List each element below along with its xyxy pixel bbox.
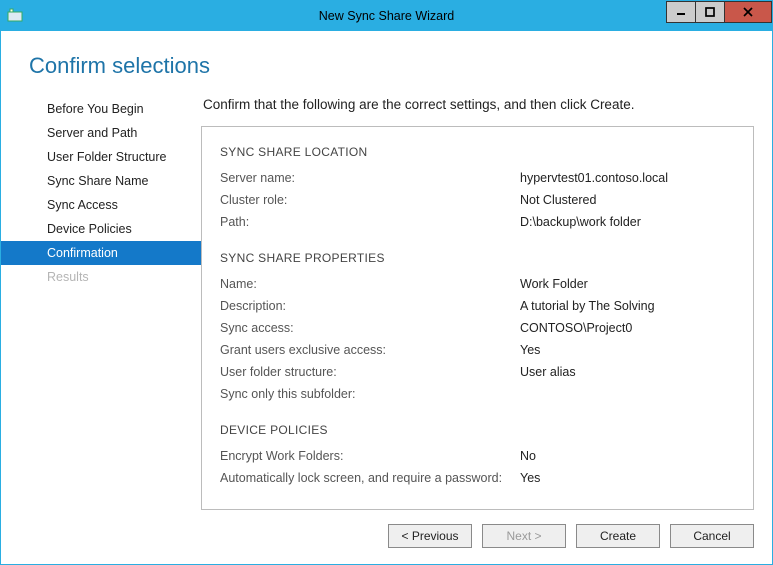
row-encrypt: Encrypt Work Folders: No <box>220 445 735 467</box>
label-name: Name: <box>220 273 520 295</box>
footer: < Previous Next > Create Cancel <box>1 510 772 564</box>
app-icon <box>7 8 23 24</box>
create-button[interactable]: Create <box>576 524 660 548</box>
titlebar: New Sync Share Wizard <box>1 1 772 31</box>
section-title-properties: SYNC SHARE PROPERTIES <box>220 251 735 265</box>
window-controls <box>667 1 772 23</box>
value-description: A tutorial by The Solving <box>520 295 655 317</box>
label-sync-access: Sync access: <box>220 317 520 339</box>
label-cluster-role: Cluster role: <box>220 189 520 211</box>
sidebar-item-sync-share-name[interactable]: Sync Share Name <box>1 169 201 193</box>
sidebar-item-sync-access[interactable]: Sync Access <box>1 193 201 217</box>
label-lock-screen: Automatically lock screen, and require a… <box>220 467 520 489</box>
label-subfolder: Sync only this subfolder: <box>220 383 520 405</box>
value-lock-screen: Yes <box>520 467 540 489</box>
maximize-button[interactable] <box>695 1 725 23</box>
row-lock-screen: Automatically lock screen, and require a… <box>220 467 735 489</box>
row-folder-structure: User folder structure: User alias <box>220 361 735 383</box>
row-description: Description: A tutorial by The Solving <box>220 295 735 317</box>
close-button[interactable] <box>724 1 772 23</box>
sidebar-item-device-policies[interactable]: Device Policies <box>1 217 201 241</box>
previous-button[interactable]: < Previous <box>388 524 472 548</box>
sidebar-item-confirmation[interactable]: Confirmation <box>1 241 201 265</box>
instruction-text: Confirm that the following are the corre… <box>203 97 754 112</box>
row-exclusive-access: Grant users exclusive access: Yes <box>220 339 735 361</box>
value-exclusive-access: Yes <box>520 339 540 361</box>
value-encrypt: No <box>520 445 536 467</box>
label-encrypt: Encrypt Work Folders: <box>220 445 520 467</box>
value-path: D:\backup\work folder <box>520 211 641 233</box>
row-name: Name: Work Folder <box>220 273 735 295</box>
minimize-button[interactable] <box>666 1 696 23</box>
section-title-location: SYNC SHARE LOCATION <box>220 145 735 159</box>
sidebar-item-server-and-path[interactable]: Server and Path <box>1 121 201 145</box>
sidebar-item-results: Results <box>1 265 201 289</box>
section-title-policies: DEVICE POLICIES <box>220 423 735 437</box>
label-folder-structure: User folder structure: <box>220 361 520 383</box>
sidebar: Before You Begin Server and Path User Fo… <box>1 95 201 510</box>
window-title: New Sync Share Wizard <box>1 9 772 23</box>
value-cluster-role: Not Clustered <box>520 189 596 211</box>
label-exclusive-access: Grant users exclusive access: <box>220 339 520 361</box>
row-subfolder: Sync only this subfolder: <box>220 383 735 405</box>
value-sync-access: CONTOSO\Project0 <box>520 317 632 339</box>
row-cluster-role: Cluster role: Not Clustered <box>220 189 735 211</box>
label-server-name: Server name: <box>220 167 520 189</box>
row-server-name: Server name: hypervtest01.contoso.local <box>220 167 735 189</box>
content: Confirm selections Before You Begin Serv… <box>1 31 772 564</box>
label-description: Description: <box>220 295 520 317</box>
value-server-name: hypervtest01.contoso.local <box>520 167 668 189</box>
label-path: Path: <box>220 211 520 233</box>
row-sync-access: Sync access: CONTOSO\Project0 <box>220 317 735 339</box>
summary-panel: SYNC SHARE LOCATION Server name: hypervt… <box>201 126 754 510</box>
next-button: Next > <box>482 524 566 548</box>
sidebar-item-user-folder-structure[interactable]: User Folder Structure <box>1 145 201 169</box>
cancel-button[interactable]: Cancel <box>670 524 754 548</box>
body: Before You Begin Server and Path User Fo… <box>1 95 772 510</box>
page-title: Confirm selections <box>1 31 772 95</box>
row-path: Path: D:\backup\work folder <box>220 211 735 233</box>
value-name: Work Folder <box>520 273 588 295</box>
value-folder-structure: User alias <box>520 361 576 383</box>
main: Confirm that the following are the corre… <box>201 95 754 510</box>
sidebar-item-before-you-begin[interactable]: Before You Begin <box>1 97 201 121</box>
